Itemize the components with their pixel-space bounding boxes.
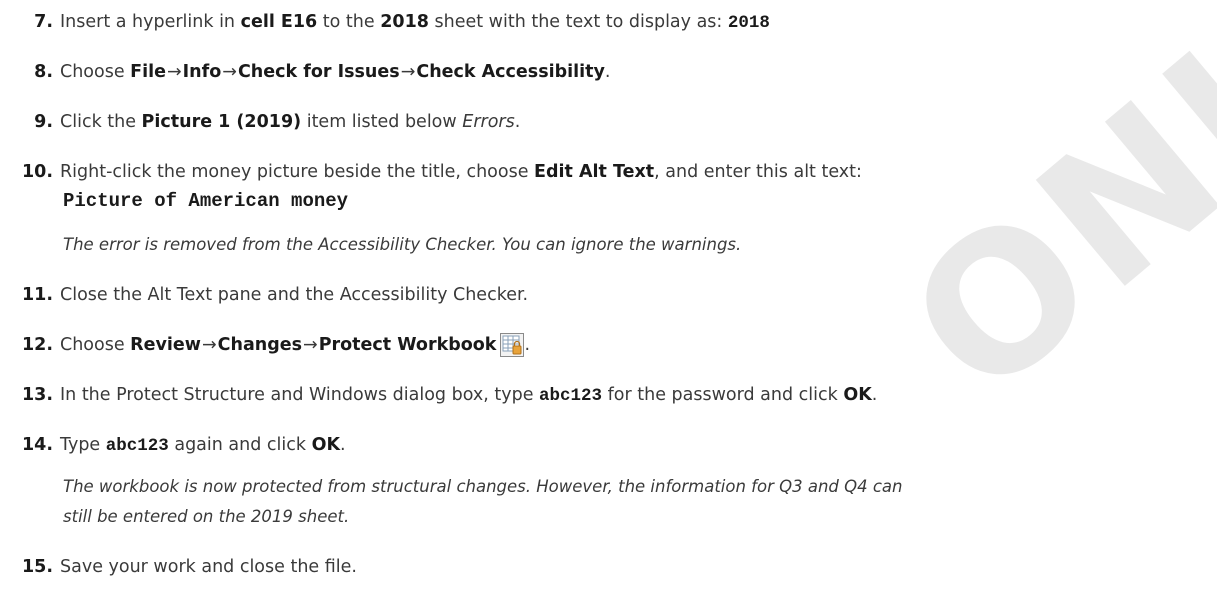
text-run: Choose xyxy=(60,335,131,355)
step-number: 15. xyxy=(21,557,53,577)
menu-path-review: Review xyxy=(130,335,201,355)
step-text: In the Protect Structure and Windows dia… xyxy=(60,385,877,406)
text-run: Type xyxy=(60,434,106,455)
step-text: Click the Picture 1 (2019) item listed b… xyxy=(60,112,520,132)
arrow-icon: → xyxy=(222,62,237,82)
step-15: 15. Save your work and close the file. xyxy=(0,550,1217,584)
protect-workbook-icon xyxy=(500,333,525,357)
step-number: 13. xyxy=(21,385,53,405)
bold-run: Picture 1 (2019) xyxy=(141,112,302,132)
step-10: 10. Right-click the money picture beside… xyxy=(0,155,1217,189)
bold-run: OK xyxy=(311,434,341,455)
arrow-icon: → xyxy=(167,62,182,82)
code-run: abc123 xyxy=(539,385,603,406)
arrow-icon: → xyxy=(201,335,217,355)
step-text: Right-click the money picture beside the… xyxy=(60,162,862,182)
code-run: abc123 xyxy=(105,435,169,456)
step-number: 10. xyxy=(21,162,53,182)
menu-path-check-issues: Check for Issues xyxy=(237,62,400,82)
step-text: Save your work and close the file. xyxy=(60,557,357,577)
step-number: 11. xyxy=(21,285,53,305)
text-run: to the xyxy=(317,11,381,32)
bold-run: OK xyxy=(843,384,872,405)
step-14: 14. Type abc123 again and click OK. xyxy=(0,428,1217,462)
menu-path-check-accessibility: Check Accessibility xyxy=(416,62,605,82)
menu-path-file: File xyxy=(130,62,166,82)
text-run: Insert a hyperlink in xyxy=(60,11,241,32)
step-7: 7. Insert a hyperlink in cell E16 to the… xyxy=(0,5,1217,39)
step-number: 8. xyxy=(34,62,53,82)
step-text: Close the Alt Text pane and the Accessib… xyxy=(60,285,529,305)
step-10-note: The error is removed from the Accessibil… xyxy=(63,235,742,254)
step-13: 13. In the Protect Structure and Windows… xyxy=(0,378,1217,412)
step-8: 8. Choose File→Info→Check for Issues→Che… xyxy=(0,55,1217,89)
step-text: Choose File→Info→Check for Issues→Check … xyxy=(60,62,611,82)
step-text: Type abc123 again and click OK. xyxy=(60,435,346,456)
menu-path-protect-workbook: Protect Workbook xyxy=(318,335,497,355)
code-run: 2018 xyxy=(727,12,770,33)
step-11: 11. Close the Alt Text pane and the Acce… xyxy=(0,278,1217,312)
step-number: 12. xyxy=(21,335,53,355)
text-run: Click the xyxy=(60,112,142,132)
step-14-note-line-1: The workbook is now protected from struc… xyxy=(63,477,903,496)
text-run: . xyxy=(871,384,878,405)
text-run: . xyxy=(340,434,346,455)
text-run: Choose xyxy=(60,62,131,82)
text-run: for the password and click xyxy=(602,384,844,405)
bold-run: 2018 xyxy=(380,11,429,32)
italic-run: Errors xyxy=(462,112,515,132)
step-text: Choose Review→Changes→Protect Workbook. xyxy=(60,333,530,357)
step-number: 14. xyxy=(21,435,53,455)
bold-run: Edit Alt Text xyxy=(534,162,655,182)
step-number: 9. xyxy=(34,112,53,132)
step-number: 7. xyxy=(34,12,53,32)
text-run: again and click xyxy=(168,434,312,455)
step-9: 9. Click the Picture 1 (2019) item liste… xyxy=(0,105,1217,139)
text-run: . xyxy=(514,112,521,132)
menu-path-changes: Changes xyxy=(217,335,303,355)
menu-path-info: Info xyxy=(182,62,222,82)
text-run: , and enter this alt text: xyxy=(654,162,862,182)
step-12: 12. Choose Review→Changes→Protect Workbo… xyxy=(0,328,1217,362)
step-text: Insert a hyperlink in cell E16 to the 20… xyxy=(60,12,770,33)
arrow-icon: → xyxy=(303,335,318,355)
step-14-note-line-2: still be entered on the 2019 sheet. xyxy=(63,507,350,526)
text-run: . xyxy=(524,335,531,355)
text-run: In the Protect Structure and Windows dia… xyxy=(60,384,540,405)
text-run: sheet with the text to display as: xyxy=(428,11,728,32)
text-run: item listed below xyxy=(301,112,463,132)
alt-text-code: Picture of American money xyxy=(63,190,349,212)
text-run: Right-click the money picture beside the… xyxy=(60,162,535,182)
text-run: . xyxy=(604,62,611,82)
arrow-icon: → xyxy=(400,62,416,82)
bold-run: cell E16 xyxy=(240,11,318,32)
